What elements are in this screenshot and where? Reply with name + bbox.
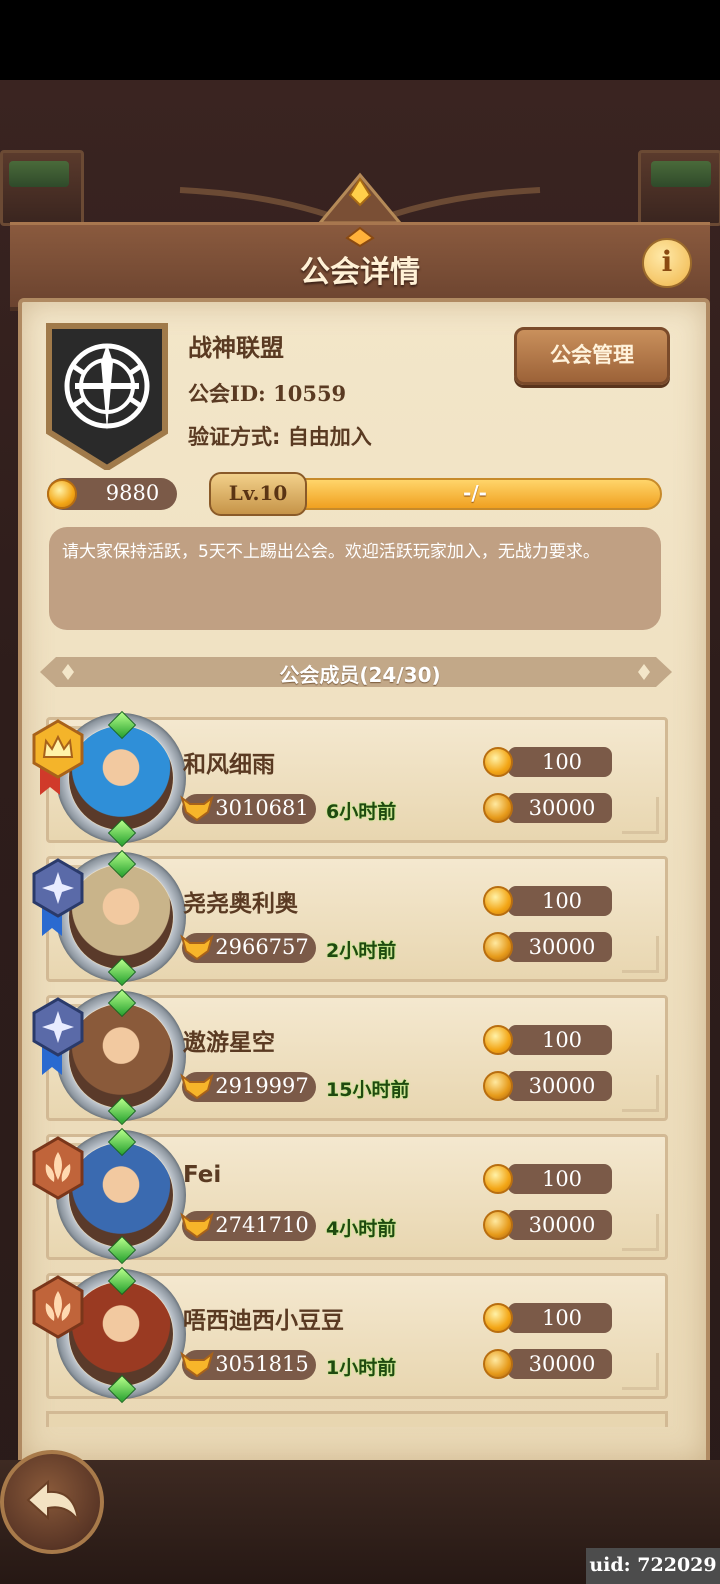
member-last-online: 15小时前 — [326, 1079, 410, 1101]
member-last-online: 4小时前 — [326, 1218, 397, 1240]
rank-badge-icon — [32, 719, 84, 799]
guild-notice-text: 请大家保持活跃，5天不上踢出公会。欢迎活跃玩家加入，无战力要求。 — [62, 542, 600, 562]
member-name: Fei — [183, 1162, 222, 1188]
coin-icon — [483, 886, 513, 916]
right-pillar-decoration — [638, 150, 720, 226]
member-power: 2966757 — [215, 935, 309, 959]
medal-coin-icon — [483, 1349, 513, 1379]
member-stat1: 100 — [541, 1028, 583, 1052]
member-avatar — [69, 1282, 173, 1386]
coin-icon — [483, 1164, 513, 1194]
rank-badge-icon — [32, 1136, 84, 1216]
member-avatar — [69, 865, 173, 969]
medal-coin-icon — [483, 1071, 513, 1101]
member-card-partial — [46, 1411, 668, 1427]
member-stat2: 30000 — [528, 1352, 596, 1376]
guild-level-badge: Lv.10 — [209, 472, 307, 516]
member-power: 2919997 — [215, 1074, 309, 1098]
members-header: 公会成员(24/30) — [279, 663, 441, 687]
member-avatar — [69, 726, 173, 830]
member-power: 3010681 — [215, 796, 309, 820]
rank-badge-icon — [32, 1275, 84, 1355]
status-bar-area — [0, 0, 720, 80]
guild-name: 战神联盟 — [188, 334, 284, 362]
member-stat1: 100 — [541, 889, 583, 913]
member-avatar — [69, 1004, 173, 1108]
coin-icon — [47, 479, 77, 509]
left-pillar-decoration — [0, 150, 84, 226]
page-title: 公会详情 — [300, 255, 420, 290]
guild-exp-text: -/- — [463, 481, 487, 505]
back-button[interactable] — [0, 1450, 104, 1554]
coin-icon — [483, 747, 513, 777]
member-avatar — [69, 1143, 173, 1247]
member-power: 3051815 — [215, 1352, 309, 1376]
member-stat1: 100 — [541, 1306, 583, 1330]
member-last-online: 6小时前 — [326, 801, 397, 823]
guild-id: 公会ID: 10559 — [188, 378, 346, 408]
header-gem-icon — [345, 226, 375, 248]
info-icon[interactable]: i — [642, 238, 692, 288]
member-stat2: 30000 — [528, 1213, 596, 1237]
guild-id-value: 10559 — [273, 381, 347, 406]
medal-coin-icon — [483, 932, 513, 962]
member-stat2: 30000 — [528, 935, 596, 959]
member-last-online: 2小时前 — [326, 940, 397, 962]
medal-coin-icon — [483, 793, 513, 823]
guild-manage-button[interactable]: 公会管理 — [514, 327, 670, 385]
coin-icon — [483, 1025, 513, 1055]
member-last-online: 1小时前 — [326, 1357, 397, 1379]
member-name: 尧尧奥利奥 — [183, 891, 298, 917]
member-stat1: 100 — [541, 1167, 583, 1191]
member-stat1: 100 — [541, 750, 583, 774]
member-stat2: 30000 — [528, 796, 596, 820]
back-arrow-icon — [26, 1479, 80, 1524]
member-name: 唔西迪西小豆豆 — [183, 1308, 344, 1334]
guild-emblem-icon — [46, 323, 168, 470]
guild-id-label: 公会ID: — [188, 381, 274, 406]
rank-badge-icon — [32, 858, 84, 938]
member-name: 和风细雨 — [183, 752, 275, 778]
member-stat2: 30000 — [528, 1074, 596, 1098]
rank-badge-icon — [32, 997, 84, 1077]
member-power: 2741710 — [215, 1213, 309, 1237]
guild-coins: 9880 — [105, 481, 160, 505]
coin-icon — [483, 1303, 513, 1333]
uid-label: uid: 722029 — [586, 1548, 720, 1584]
medal-coin-icon — [483, 1210, 513, 1240]
verify-method: 验证方式: 自由加入 — [188, 425, 372, 449]
member-name: 遨游星空 — [183, 1030, 275, 1056]
